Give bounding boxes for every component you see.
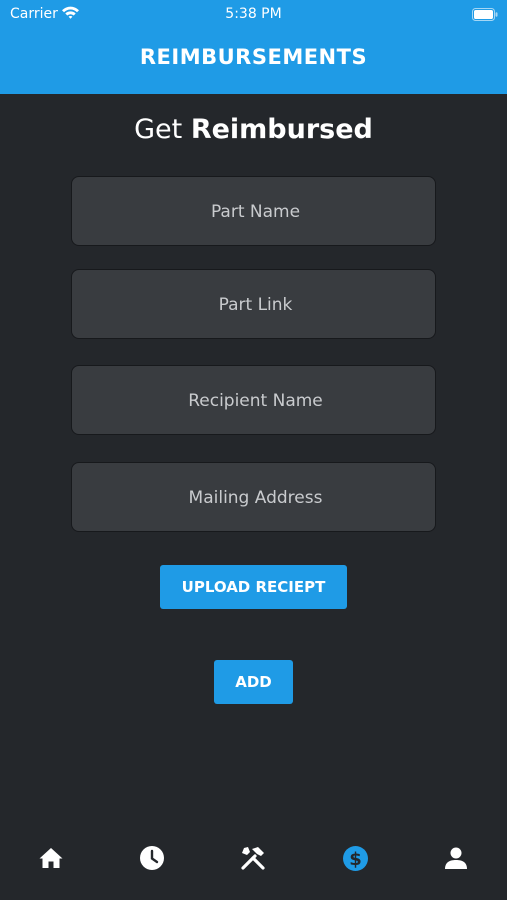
add-button[interactable]: ADD [214, 660, 293, 704]
status-bar: Carrier 5:38 PM [0, 0, 507, 28]
tab-bar: $ [0, 830, 507, 890]
home-icon [39, 848, 63, 868]
tab-tools[interactable] [234, 840, 274, 876]
clock-time: 5:38 PM [225, 6, 282, 22]
heading-bold: Reimbursed [190, 114, 373, 145]
app-header: Carrier 5:38 PM REIMBURSEMENTS [0, 0, 507, 94]
part-link-field [71, 269, 439, 340]
form-heading: Get Reimbursed [0, 114, 507, 145]
recipient-name-input[interactable] [72, 366, 439, 436]
svg-text:$: $ [349, 849, 362, 870]
tab-profile[interactable] [436, 840, 476, 876]
tab-history[interactable] [132, 840, 172, 876]
mailing-address-input[interactable] [72, 463, 439, 533]
page-title: REIMBURSEMENTS [139, 45, 368, 69]
upload-receipt-button[interactable]: UPLOAD RECIEPT [160, 565, 347, 609]
tab-home[interactable] [31, 840, 71, 876]
mailing-address-field [71, 462, 439, 533]
recipient-name-field [71, 365, 439, 436]
part-name-input[interactable] [72, 177, 439, 247]
heading-prefix: Get [134, 114, 183, 145]
tools-icon [241, 847, 265, 870]
part-name-field [71, 176, 439, 247]
tab-reimbursements[interactable]: $ [335, 840, 375, 876]
user-icon [445, 847, 467, 869]
dollar-icon: $ [342, 845, 368, 871]
battery-icon [472, 8, 498, 25]
part-link-input[interactable] [72, 270, 439, 340]
clock-icon [140, 846, 164, 870]
